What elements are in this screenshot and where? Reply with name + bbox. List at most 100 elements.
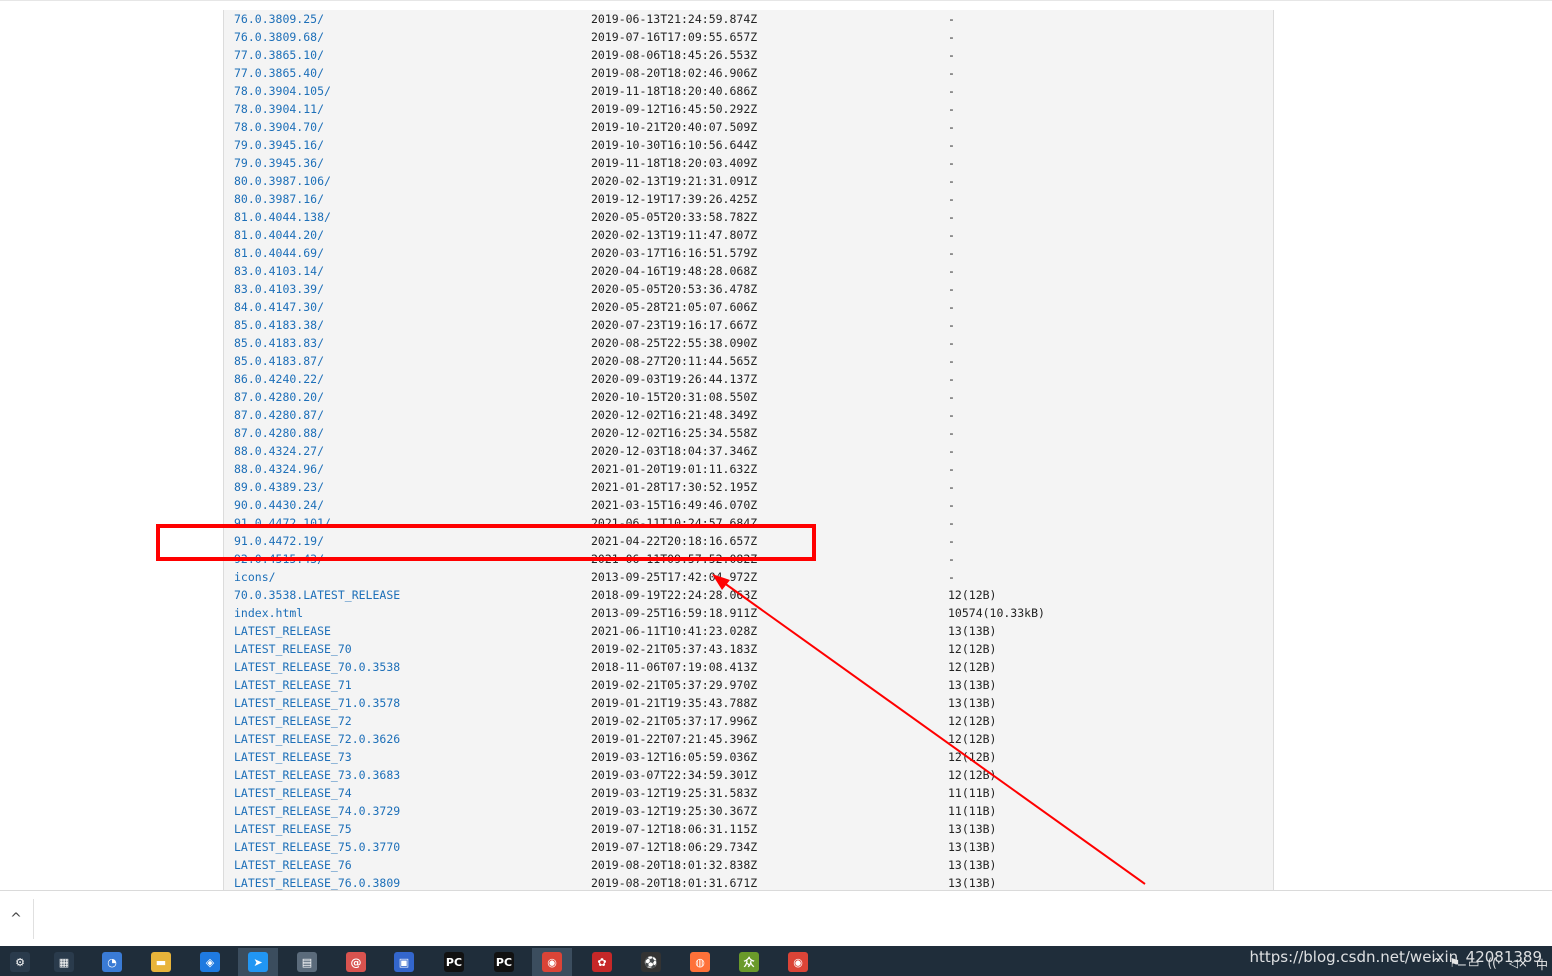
send-app-icon-glyph: ➤ — [248, 952, 268, 972]
shield-app-icon[interactable]: ◈ — [190, 948, 230, 976]
modified-date: 2021-04-22T20:18:16.657Z — [591, 534, 758, 548]
pycharm-icon[interactable]: PC — [434, 948, 474, 976]
clock-app-icon[interactable]: ◔ — [92, 948, 132, 976]
chrome-icon[interactable]: ◉ — [532, 948, 572, 976]
file-link[interactable]: 90.0.4430.24/ — [234, 496, 324, 514]
file-link[interactable]: 79.0.3945.36/ — [234, 154, 324, 172]
listing-row: LATEST_RELEASE 2021-06-11T10:41:23.028Z 13… — [224, 622, 1273, 640]
file-size: - — [948, 102, 955, 116]
modified-date: 2020-09-03T19:26:44.137Z — [591, 372, 758, 386]
file-link[interactable]: LATEST_RELEASE — [234, 622, 331, 640]
file-size: 13(13B) — [948, 876, 997, 890]
file-link[interactable]: LATEST_RELEASE_76 — [234, 856, 352, 874]
modified-date: 2019-11-18T18:20:03.409Z — [591, 156, 758, 170]
file-link[interactable]: 70.0.3538.LATEST_RELEASE — [234, 586, 400, 604]
file-explorer-icon[interactable]: ▬ — [141, 948, 181, 976]
listing-row: 92.0.4515.43/2021-06-11T09:57:52.082Z - — [224, 550, 1273, 568]
chevron-up-icon[interactable]: ^ — [2, 905, 30, 933]
file-link[interactable]: LATEST_RELEASE_75.0.3770 — [234, 838, 400, 856]
file-link[interactable]: 92.0.4515.43/ — [234, 550, 324, 568]
listing-row: 80.0.3987.106/2020-02-13T19:21:31.091Z - — [224, 172, 1273, 190]
file-link[interactable]: 85.0.4183.38/ — [234, 316, 324, 334]
chrome-alt-icon[interactable]: ◉ — [778, 948, 818, 976]
file-link[interactable]: 87.0.4280.87/ — [234, 406, 324, 424]
notes-app-icon[interactable]: 众 — [729, 948, 769, 976]
file-link[interactable]: 87.0.4280.20/ — [234, 388, 324, 406]
file-size: - — [948, 264, 955, 278]
huawei-app-icon[interactable]: ✿ — [582, 948, 622, 976]
file-link[interactable]: 86.0.4240.22/ — [234, 370, 324, 388]
send-app-icon[interactable]: ➤ — [238, 948, 278, 976]
file-link[interactable]: 91.0.4472.101/ — [234, 514, 331, 532]
tray-item[interactable]: ⚑ — [1449, 956, 1460, 976]
snail-app-icon[interactable]: @ — [336, 948, 376, 976]
file-link[interactable]: 81.0.4044.20/ — [234, 226, 324, 244]
file-link[interactable]: 76.0.3809.25/ — [234, 10, 324, 28]
file-link[interactable]: LATEST_RELEASE_73 — [234, 748, 352, 766]
file-link[interactable]: 77.0.3865.10/ — [234, 46, 324, 64]
tray-item[interactable]: ◁× — [1509, 956, 1528, 976]
file-link[interactable]: index.html — [234, 604, 303, 622]
file-link[interactable]: 77.0.3865.40/ — [234, 64, 324, 82]
file-link[interactable]: 76.0.3809.68/ — [234, 28, 324, 46]
file-link[interactable]: 88.0.4324.27/ — [234, 442, 324, 460]
file-link[interactable]: LATEST_RELEASE_70.0.3538 — [234, 658, 400, 676]
listing-row: 83.0.4103.39/2020-05-05T20:53:36.478Z - — [224, 280, 1273, 298]
calculator-icon[interactable]: ▦ — [44, 948, 84, 976]
file-link[interactable]: 84.0.4147.30/ — [234, 298, 324, 316]
listing-row: LATEST_RELEASE_71.0.3578 2019-01-21T19:35… — [224, 694, 1273, 712]
file-link[interactable]: 87.0.4280.88/ — [234, 424, 324, 442]
file-link[interactable]: 88.0.4324.96/ — [234, 460, 324, 478]
file-link[interactable]: 80.0.3987.106/ — [234, 172, 331, 190]
tray-item[interactable]: 中 — [1536, 956, 1548, 976]
file-link[interactable]: icons/ — [234, 568, 276, 586]
file-size: 11(11B) — [948, 804, 997, 818]
listing-row: 87.0.4280.20/2020-10-15T20:31:08.550Z - — [224, 388, 1273, 406]
file-link[interactable]: LATEST_RELEASE_76.0.3809 — [234, 874, 400, 891]
file-link[interactable]: 81.0.4044.69/ — [234, 244, 324, 262]
settings-icon[interactable]: ⚙ — [0, 948, 40, 976]
remote-desktop-icon[interactable]: ▣ — [384, 948, 424, 976]
file-link[interactable]: 83.0.4103.39/ — [234, 280, 324, 298]
file-link[interactable]: LATEST_RELEASE_73.0.3683 — [234, 766, 400, 784]
file-link[interactable]: 79.0.3945.16/ — [234, 136, 324, 154]
modified-date: 2020-12-02T16:25:34.558Z — [591, 426, 758, 440]
download-bar: ^ — [0, 890, 1552, 947]
file-link[interactable]: 83.0.4103.14/ — [234, 262, 324, 280]
file-link[interactable]: 85.0.4183.83/ — [234, 334, 324, 352]
tray-item[interactable]: ((· — [1488, 956, 1501, 976]
file-link[interactable]: LATEST_RELEASE_74 — [234, 784, 352, 802]
file-size: 12(12B) — [948, 642, 997, 656]
file-link[interactable]: LATEST_RELEASE_74.0.3729 — [234, 802, 400, 820]
file-link[interactable]: LATEST_RELEASE_75 — [234, 820, 352, 838]
file-size: 13(13B) — [948, 678, 997, 692]
file-link[interactable]: 89.0.4389.23/ — [234, 478, 324, 496]
tray-item[interactable]: ^ — [1431, 956, 1441, 976]
file-link[interactable]: 78.0.3904.70/ — [234, 118, 324, 136]
listing-row: 85.0.4183.83/2020-08-25T22:55:38.090Z - — [224, 334, 1273, 352]
file-link[interactable]: 81.0.4044.138/ — [234, 208, 331, 226]
file-link[interactable]: LATEST_RELEASE_71 — [234, 676, 352, 694]
file-link[interactable]: LATEST_RELEASE_72.0.3626 — [234, 730, 400, 748]
firefox-icon[interactable]: ◍ — [680, 948, 720, 976]
pycharm-alt-icon[interactable]: PC — [484, 948, 524, 976]
listing-row: 70.0.3538.LATEST_RELEASE 2018-09-19T22:24… — [224, 586, 1273, 604]
snail-app-icon-glyph: @ — [346, 952, 366, 972]
file-link[interactable]: LATEST_RELEASE_71.0.3578 — [234, 694, 400, 712]
file-link[interactable]: 85.0.4183.87/ — [234, 352, 324, 370]
shield-app-icon-glyph: ◈ — [200, 952, 220, 972]
network-tool-icon[interactable]: ▤ — [287, 948, 327, 976]
file-link[interactable]: LATEST_RELEASE_72 — [234, 712, 352, 730]
file-link[interactable]: 91.0.4472.19/ — [234, 532, 324, 550]
tray-item[interactable]: ▭ — [1468, 956, 1479, 976]
file-link[interactable]: 78.0.3904.11/ — [234, 100, 324, 118]
network-tool-icon-glyph: ▤ — [297, 952, 317, 972]
file-link[interactable]: LATEST_RELEASE_70 — [234, 640, 352, 658]
modified-date: 2020-12-02T16:21:48.349Z — [591, 408, 758, 422]
file-link[interactable]: 78.0.3904.105/ — [234, 82, 331, 100]
listing-row: 83.0.4103.14/2020-04-16T19:48:28.068Z - — [224, 262, 1273, 280]
file-size: - — [948, 30, 955, 44]
football-app-icon[interactable]: ⚽ — [631, 948, 671, 976]
file-size: - — [948, 300, 955, 314]
file-link[interactable]: 80.0.3987.16/ — [234, 190, 324, 208]
